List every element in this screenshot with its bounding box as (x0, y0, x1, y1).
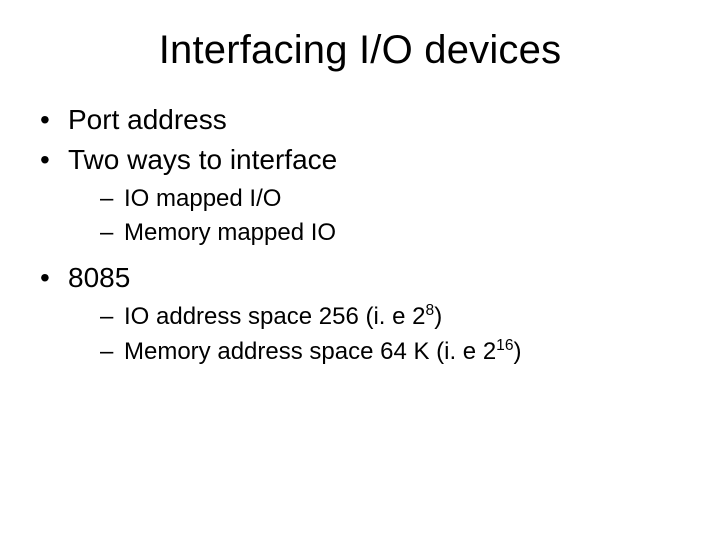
bullet-text: Two ways to interface (68, 144, 337, 175)
sub-bullet-memory-mapped: Memory mapped IO (68, 217, 680, 249)
sub-bullet-text-post: ) (434, 303, 442, 330)
sub-list: IO address space 256 (i. e 28) Memory ad… (68, 301, 680, 368)
sub-bullet-io-space: IO address space 256 (i. e 28) (68, 301, 680, 333)
bullet-port-address: Port address (40, 101, 680, 139)
sub-bullet-memory-space: Memory address space 64 K (i. e 216) (68, 336, 680, 368)
bullet-text: 8085 (68, 262, 130, 293)
sub-bullet-text: IO mapped I/O (124, 185, 281, 212)
sub-list: IO mapped I/O Memory mapped IO (68, 183, 680, 250)
sub-bullet-io-mapped: IO mapped I/O (68, 183, 680, 215)
slide-title: Interfacing I/O devices (40, 28, 680, 73)
superscript: 8 (426, 302, 435, 319)
bullet-text: Port address (68, 104, 227, 135)
sub-bullet-text-post: ) (514, 338, 522, 365)
superscript: 16 (496, 337, 513, 354)
sub-bullet-text-pre: IO address space 256 (i. e 2 (124, 303, 426, 330)
bullet-list: Port address Two ways to interface IO ma… (40, 101, 680, 368)
bullet-two-ways: Two ways to interface IO mapped I/O Memo… (40, 141, 680, 250)
bullet-8085: 8085 IO address space 256 (i. e 28) Memo… (40, 259, 680, 368)
sub-bullet-text: Memory mapped IO (124, 219, 336, 246)
sub-bullet-text-pre: Memory address space 64 K (i. e 2 (124, 338, 496, 365)
slide: Interfacing I/O devices Port address Two… (0, 0, 720, 540)
